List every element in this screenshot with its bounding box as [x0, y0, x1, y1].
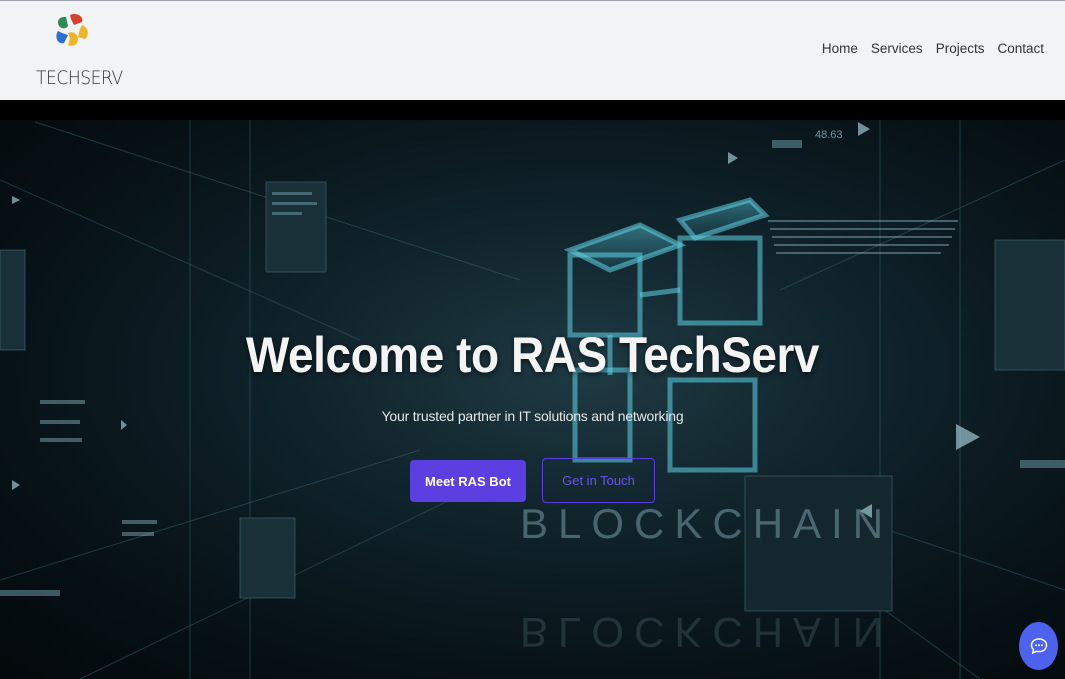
hero-section: 48.63 BLOCKCHAIN BLOCKCHAIN Welcome to R…	[0, 120, 1065, 679]
nav-contact[interactable]: Contact	[997, 41, 1044, 56]
nav-projects[interactable]: Projects	[936, 41, 985, 56]
hero-content: Welcome to RAS TechServ Your trusted par…	[0, 120, 1065, 679]
brand-logo[interactable]: TECHSERV	[36, 13, 123, 93]
brand-wordmark: TECHSERV	[36, 67, 123, 89]
site-header: TECHSERV Home Services Projects Contact	[0, 0, 1065, 100]
get-in-touch-button[interactable]: Get in Touch	[542, 458, 655, 503]
meet-ras-bot-button[interactable]: Meet RAS Bot	[410, 460, 526, 502]
hero-subtitle: Your trusted partner in IT solutions and…	[381, 408, 684, 424]
main-nav: Home Services Projects Contact	[822, 41, 1044, 56]
nav-home[interactable]: Home	[822, 41, 858, 56]
nav-services[interactable]: Services	[871, 41, 923, 56]
techserv-logo-icon	[56, 13, 88, 46]
hero-title: Welcome to RAS TechServ	[245, 327, 820, 383]
chat-button[interactable]	[1019, 622, 1058, 670]
header-divider	[0, 100, 1065, 120]
chat-bubble-icon	[1030, 638, 1047, 655]
